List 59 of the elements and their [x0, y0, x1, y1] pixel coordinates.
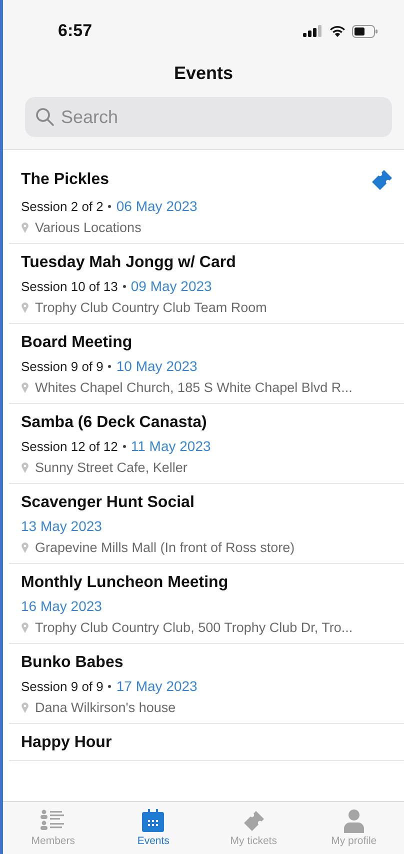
event-date: 17 May 2023 [116, 678, 198, 694]
event-date: 13 May 2023 [21, 518, 102, 534]
separator-dot [108, 364, 112, 368]
pin-icon [21, 542, 29, 553]
event-location: Whites Chapel Church, 185 S White Chapel Blvd R... [35, 380, 352, 395]
event-title: Happy Hour [21, 734, 112, 752]
event-item[interactable]: Samba (6 Deck Canasta) Session 12 of 12 11 May 2023 Sunny Street Cafe, Keller [9, 404, 404, 484]
separator-dot [122, 444, 126, 448]
event-location: Trophy Club Country Club Team Room [35, 300, 267, 315]
tab[interactable]: Events [103, 802, 204, 854]
event-item[interactable]: The Pickles Session 2 of 2 06 May 2023 Various Locations [9, 158, 404, 244]
event-title: Monthly Luncheon Meeting [21, 574, 228, 592]
session-text: Session 9 of 9 [21, 358, 104, 374]
ticket-icon [242, 809, 266, 833]
event-location: Grapevine Mills Mall (In front of Ross store) [35, 540, 295, 555]
event-location: Dana Wilkirson's house [35, 700, 176, 715]
pin-icon [21, 222, 29, 233]
event-title: Board Meeting [21, 334, 132, 352]
event-title: Scavenger Hunt Social [21, 494, 194, 512]
separator-dot [108, 684, 112, 688]
pin-icon [21, 702, 29, 713]
pin-icon [21, 302, 29, 313]
status-time: 6:57 [58, 21, 92, 41]
session-text: Session 9 of 9 [21, 678, 104, 694]
session-text: Session 10 of 13 [21, 278, 118, 294]
event-date: 16 May 2023 [21, 598, 102, 614]
event-item[interactable]: Bunko Babes Session 9 of 9 17 May 2023 Dana Wilkirson's house [9, 644, 404, 724]
wifi-icon [329, 25, 346, 37]
separator-dot [122, 284, 126, 288]
event-date: 09 May 2023 [130, 278, 212, 294]
event-date: 10 May 2023 [116, 358, 198, 374]
event-title: Tuesday Mah Jongg w/ Card [21, 254, 236, 272]
event-title: Bunko Babes [21, 654, 124, 672]
battery-icon [352, 24, 378, 38]
pin-icon [21, 622, 29, 633]
pin-icon [21, 462, 29, 473]
event-title: Samba (6 Deck Canasta) [21, 414, 207, 432]
event-location: Trophy Club Country Club, 500 Trophy Club Dr, Tro... [35, 620, 353, 635]
event-item[interactable]: Happy Hour [9, 724, 404, 761]
pin-icon [21, 382, 29, 393]
event-title: The Pickles [21, 171, 110, 189]
event-item[interactable]: Scavenger Hunt Social 13 May 2023 Grapevine Mills Mall (In front of Ross store) [9, 484, 404, 564]
event-date: 06 May 2023 [116, 198, 198, 214]
separator-dot [108, 204, 112, 208]
search-field[interactable]: Search [25, 97, 392, 137]
list-icon [40, 809, 66, 833]
calendar-icon [141, 809, 166, 833]
session-text: Session 2 of 2 [21, 198, 104, 214]
person-icon [342, 809, 365, 833]
signal-icon [303, 25, 323, 37]
event-item[interactable]: Tuesday Mah Jongg w/ Card Session 10 of 13 09 May 2023 Trophy Club Country Club Team Room [9, 244, 404, 324]
event-location: Sunny Street Cafe, Keller [35, 460, 188, 475]
session-text: Session 12 of 12 [21, 438, 118, 454]
page-title: Events [172, 63, 234, 84]
event-date: 11 May 2023 [130, 438, 211, 454]
search-icon [35, 107, 55, 127]
event-item[interactable]: Board Meeting Session 9 of 9 10 May 2023 Whites Chapel Church, 185 S White Chapel Blvd R... [9, 324, 404, 404]
event-location: Various Locations [35, 220, 142, 235]
event-item[interactable]: Monthly Luncheon Meeting 16 May 2023 Trophy Club Country Club, 500 Trophy Club Dr, Tro... [9, 564, 404, 644]
